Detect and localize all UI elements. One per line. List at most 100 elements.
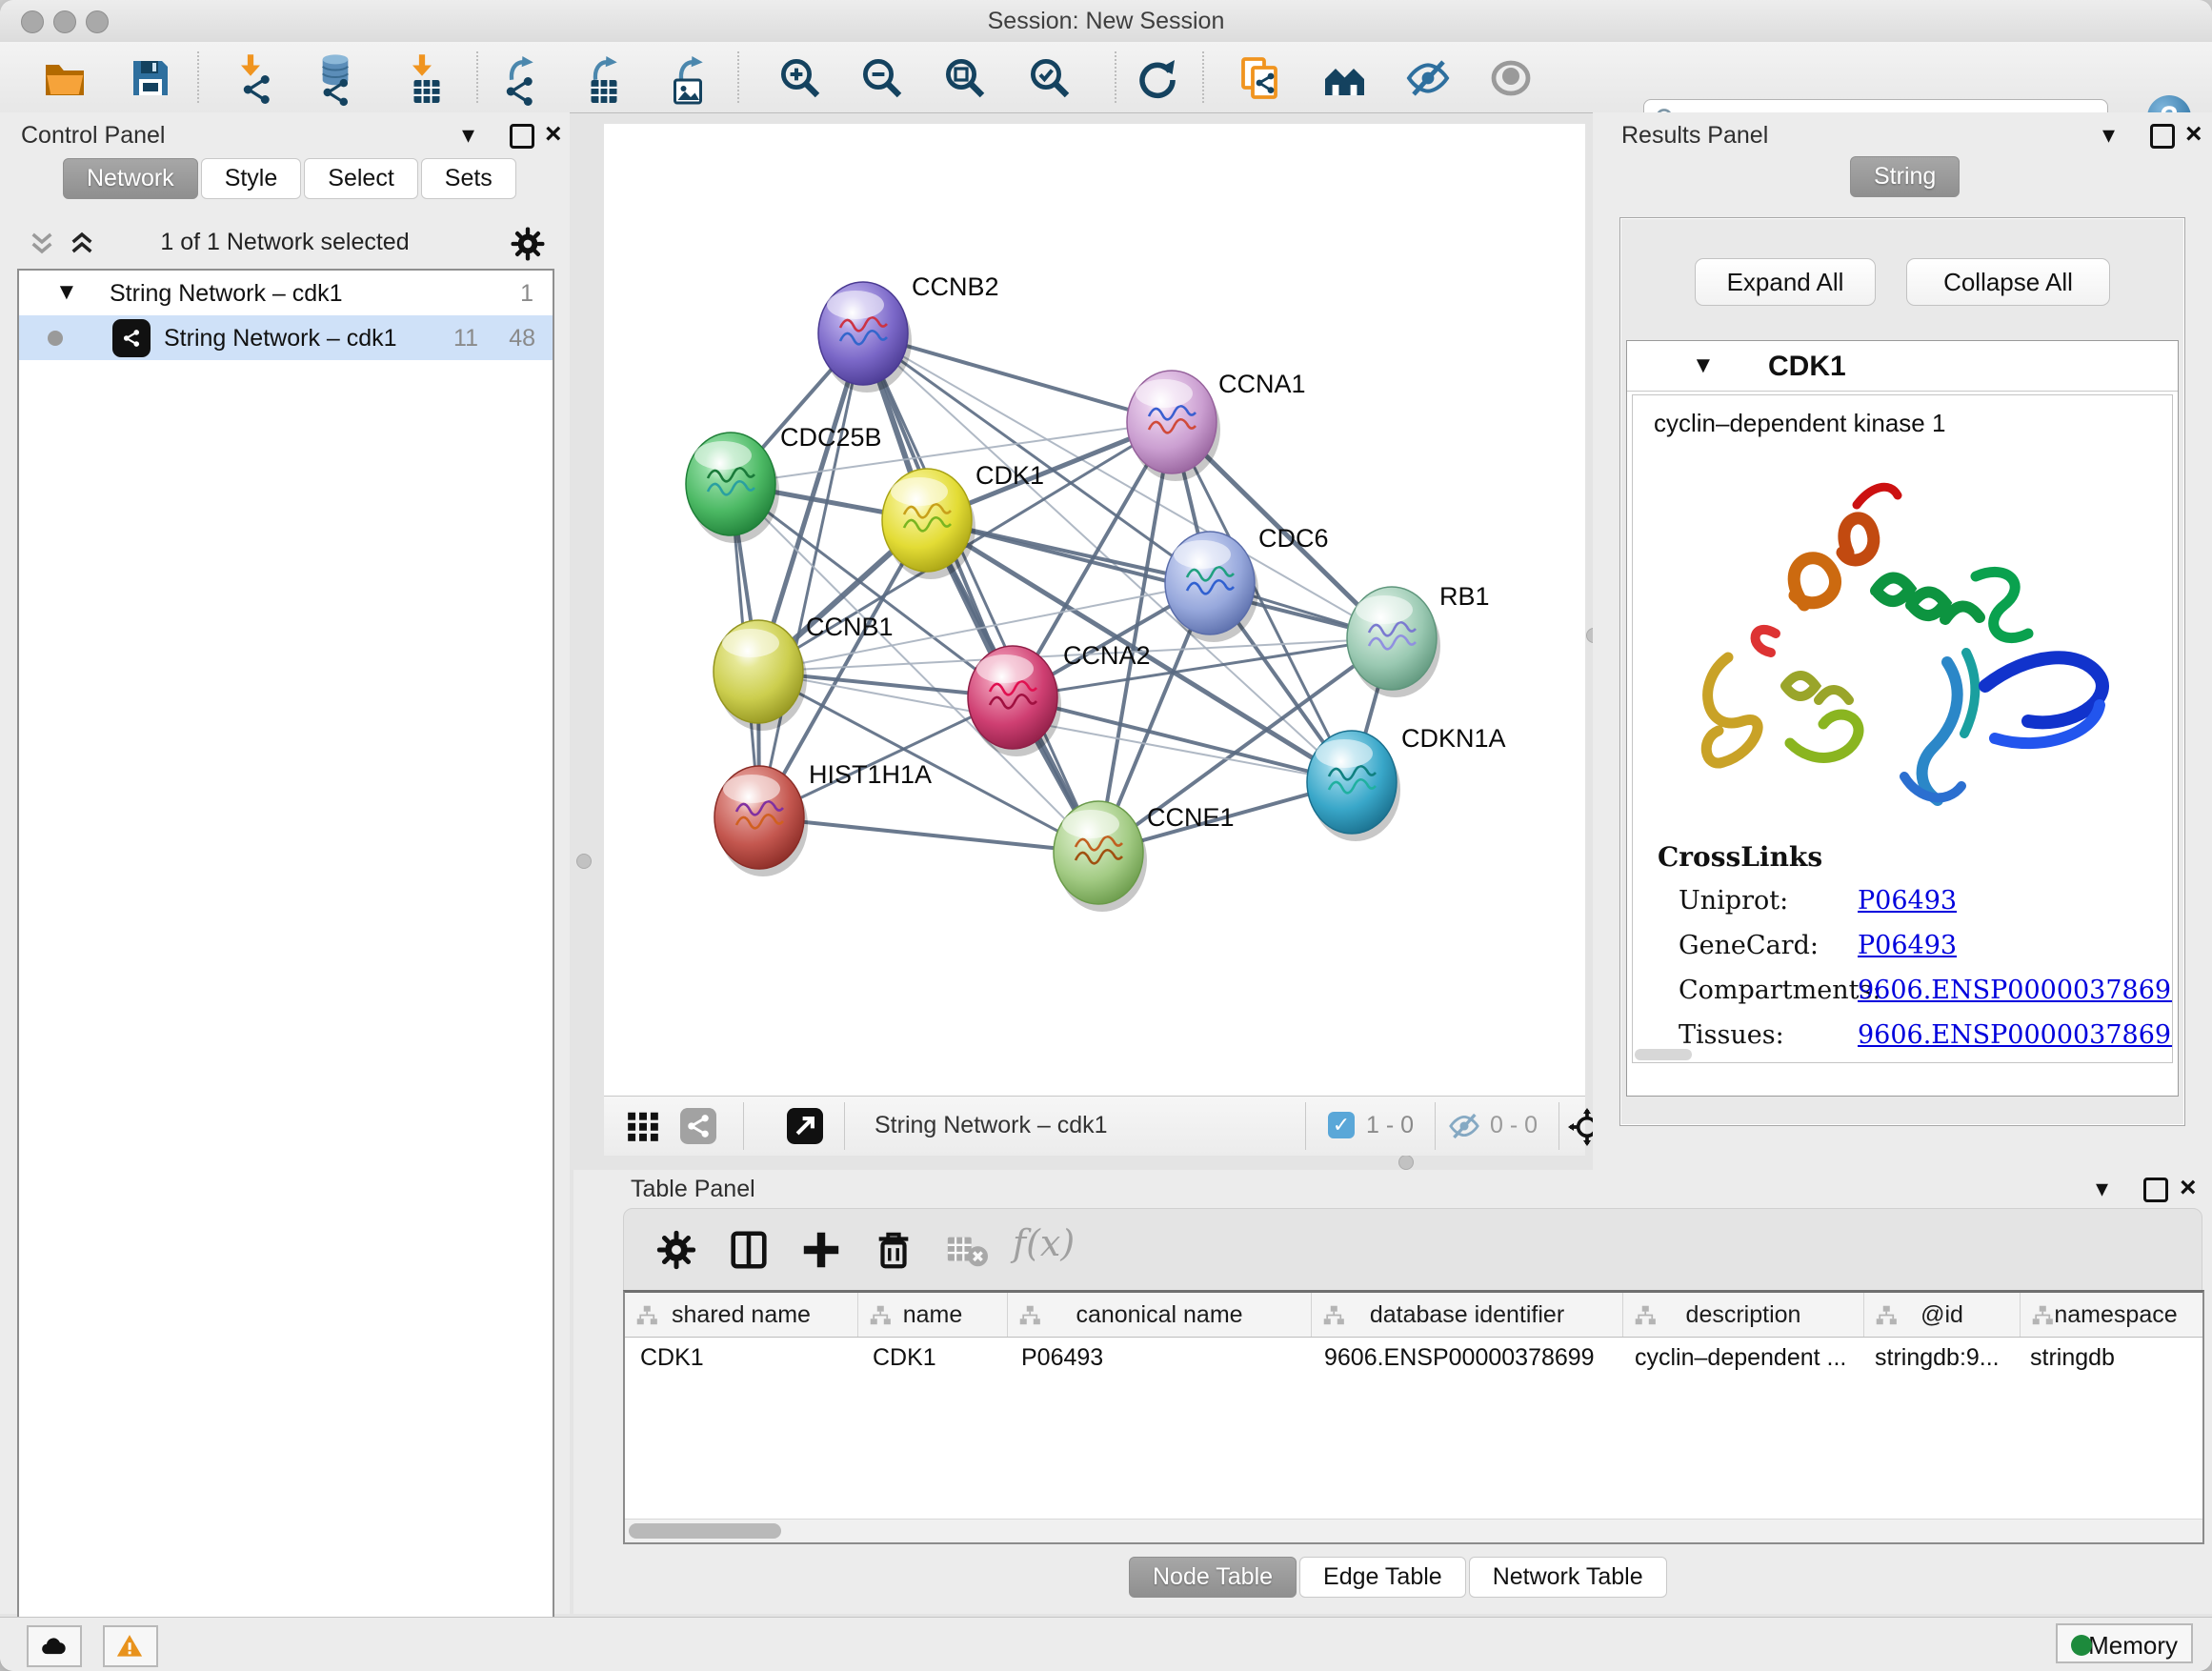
hide-selected-icon[interactable] [1405, 55, 1451, 101]
results-scrollbar-thumb[interactable] [1635, 1049, 1692, 1060]
cloud-button[interactable] [27, 1625, 82, 1667]
table-panel: Table Panel ▾ × f(x) shared namenamecano… [573, 1170, 2212, 1614]
results-panel-menu-icon[interactable]: ▾ [2102, 120, 2115, 150]
network-node-HIST1H1A[interactable]: HIST1H1A [714, 760, 932, 876]
network-badge-icon[interactable] [680, 1108, 716, 1144]
memory-button[interactable]: Memory [2056, 1623, 2193, 1663]
network-collection-row[interactable]: ▼ String Network – cdk1 1 [19, 271, 553, 315]
warnings-button[interactable] [103, 1625, 158, 1667]
selected-checkbox-icon[interactable]: ✓ [1328, 1112, 1355, 1138]
save-session-icon[interactable] [128, 55, 173, 101]
column-header-shared-name[interactable]: shared name [625, 1293, 858, 1337]
left-splitter-handle[interactable] [576, 854, 592, 869]
table-hscrollbar-thumb[interactable] [629, 1523, 781, 1539]
control-panel-menu-icon[interactable]: ▾ [462, 120, 474, 150]
table-gear-icon[interactable] [654, 1228, 698, 1272]
crosslink-label: Uniprot: [1679, 886, 1788, 916]
collapse-all-button[interactable]: Collapse All [1906, 258, 2110, 306]
navbar-separator [743, 1102, 744, 1150]
import-network-icon[interactable] [240, 72, 274, 107]
toolbar-separator [1202, 51, 1204, 103]
column-header-canonical-name[interactable]: canonical name [1008, 1293, 1312, 1337]
zoom-in-icon[interactable] [777, 55, 823, 101]
memory-status-icon [2071, 1635, 2092, 1656]
export-table-icon[interactable] [587, 74, 621, 109]
table-row[interactable]: CDK1CDK1P064939606.ENSP00000378699cyclin… [625, 1337, 2204, 1379]
cell-canonical-name[interactable]: P06493 [1006, 1337, 1309, 1379]
open-session-icon[interactable] [42, 55, 88, 101]
network-edge-CCNB2-HIST1H1A[interactable] [759, 333, 863, 817]
cell-name[interactable]: CDK1 [857, 1337, 1006, 1379]
crosslink-link[interactable]: P06493 [1858, 886, 1957, 916]
export-image-icon[interactable] [671, 74, 705, 109]
table-tabs: Node TableEdge TableNetwork Table [1129, 1557, 1667, 1598]
results-panel-close-icon[interactable]: × [2185, 122, 2202, 147]
column-header-description[interactable]: description [1623, 1293, 1864, 1337]
bottom-splitter-handle[interactable] [1398, 1155, 1414, 1170]
network-node-CDKN1A[interactable]: CDKN1A [1307, 724, 1506, 841]
gene-expander-icon[interactable]: ▼ [1692, 352, 1715, 379]
crosslink-link[interactable]: 9606.ENSP00000378699 [1858, 1020, 2173, 1050]
column-header-name[interactable]: name [858, 1293, 1008, 1337]
column-header--id[interactable]: @id [1864, 1293, 2021, 1337]
import-table-icon[interactable] [410, 74, 444, 109]
network-status-dot-icon [48, 331, 63, 346]
control-panel-close-icon[interactable]: × [545, 122, 562, 147]
crosslink-row: Tissues:9606.ENSP00000378699 [1658, 1020, 2153, 1063]
results-panel-float-icon[interactable] [2150, 124, 2175, 149]
network-canvas[interactable]: CCNB2CCNA1CDC25BCDK1CDC6RB1CCNB1CCNA2CDK… [604, 124, 1585, 1096]
tab-style[interactable]: Style [201, 158, 302, 199]
export-network-icon[interactable] [503, 74, 537, 109]
tab-network[interactable]: Network [63, 158, 198, 199]
add-column-icon[interactable] [799, 1228, 843, 1272]
network-options-gear-icon[interactable] [509, 225, 547, 263]
network-node-RB1[interactable]: RB1 [1347, 582, 1490, 697]
cell-shared-name[interactable]: CDK1 [625, 1337, 857, 1379]
results-panel: Results Panel ▾ × String Expand All Coll… [1593, 112, 2212, 1170]
tab-sets[interactable]: Sets [421, 158, 516, 199]
network-edge-count: 48 [509, 325, 535, 352]
column-header-namespace[interactable]: namespace [2021, 1293, 2204, 1337]
cell--id[interactable]: stringdb:9... [1860, 1337, 2015, 1379]
tab-edge-table[interactable]: Edge Table [1299, 1557, 1466, 1598]
control-panel-float-icon[interactable] [510, 124, 534, 149]
network-row[interactable]: String Network – cdk1 11 48 [19, 315, 553, 360]
tab-select[interactable]: Select [304, 158, 417, 199]
tab-string[interactable]: String [1850, 156, 1960, 197]
cell-database-identifier[interactable]: 9606.ENSP00000378699 [1309, 1337, 1619, 1379]
refresh-icon[interactable] [1133, 55, 1178, 101]
network-edge-HIST1H1A-CCNE1[interactable] [759, 817, 1098, 853]
cell-description[interactable]: cyclin–dependent ... [1619, 1337, 1860, 1379]
window-title: Session: New Session [0, 8, 2212, 35]
duplicate-network-icon[interactable] [1237, 55, 1282, 101]
gene-name: CDK1 [1768, 351, 1846, 383]
tree-icon [1017, 1303, 1042, 1328]
table-panel-menu-icon[interactable]: ▾ [2096, 1174, 2108, 1203]
crosslink-link[interactable]: P06493 [1858, 931, 1957, 960]
expand-all-button[interactable]: Expand All [1695, 258, 1876, 306]
gene-section-header[interactable]: ▼ CDK1 [1627, 341, 2178, 392]
network-node-CDC6[interactable]: CDC6 [1165, 524, 1329, 642]
delete-column-icon[interactable] [872, 1228, 915, 1272]
node-label-CDC25B: CDC25B [780, 423, 882, 452]
network-node-CDK1[interactable]: CDK1 [882, 461, 1044, 579]
table-panel-float-icon[interactable] [2143, 1178, 2168, 1202]
collection-expander-icon[interactable]: ▼ [55, 279, 78, 306]
memory-label: Memory [2088, 1631, 2178, 1660]
cell-namespace[interactable]: stringdb [2015, 1337, 2204, 1379]
zoom-selected-icon[interactable] [1027, 55, 1073, 101]
zoom-fit-icon[interactable] [942, 55, 988, 101]
hidden-eye-icon [1448, 1110, 1480, 1142]
import-database-arrow-icon[interactable] [320, 76, 352, 109]
tab-node-table[interactable]: Node Table [1129, 1557, 1297, 1598]
table-panel-close-icon[interactable]: × [2180, 1176, 2197, 1200]
crosslink-link[interactable]: 9606.ENSP00000378699 [1858, 976, 2173, 1005]
zoom-out-icon[interactable] [859, 55, 905, 101]
detach-view-icon[interactable] [787, 1108, 823, 1144]
column-header-database-identifier[interactable]: database identifier [1312, 1293, 1623, 1337]
string-home-icon[interactable] [1321, 55, 1367, 101]
show-columns-icon[interactable] [727, 1228, 771, 1272]
grid-view-icon[interactable] [625, 1108, 661, 1144]
tab-network-table[interactable]: Network Table [1469, 1557, 1667, 1598]
table-hscrollbar[interactable] [625, 1519, 2202, 1542]
